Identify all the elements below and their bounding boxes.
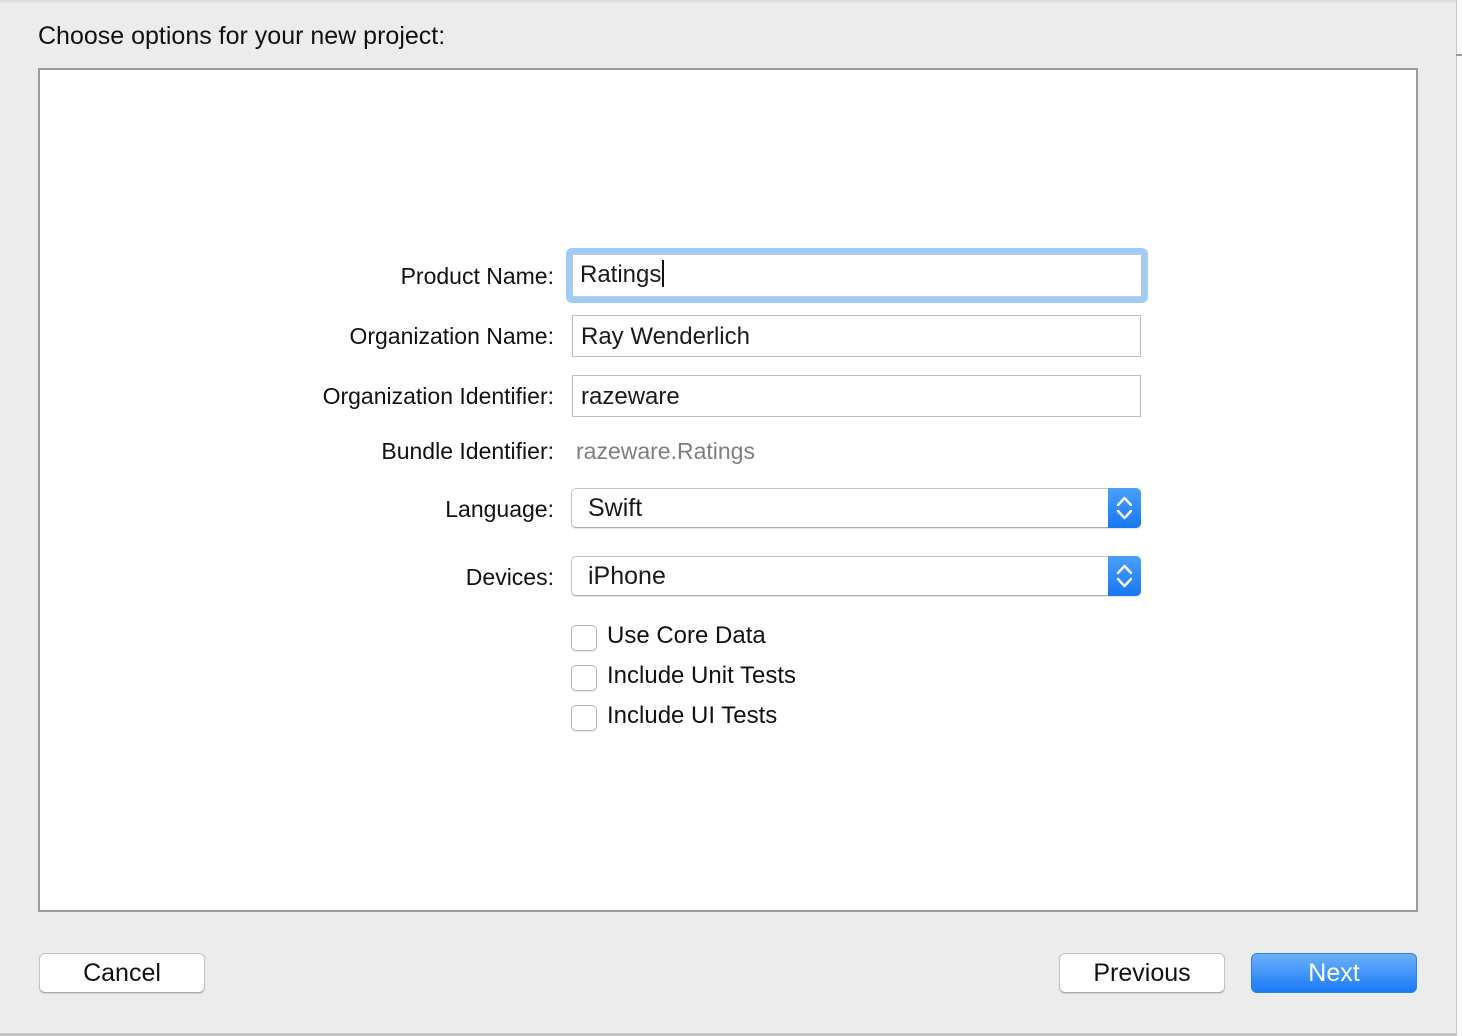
dialog-heading: Choose options for your new project: xyxy=(38,22,446,50)
include-ui-tests-checkbox[interactable] xyxy=(571,705,597,731)
use-core-data-label[interactable]: Use Core Data xyxy=(607,622,766,650)
organization-identifier-value: razeware xyxy=(581,383,680,410)
bundle-identifier-value: razeware.Ratings xyxy=(576,438,755,464)
organization-identifier-input[interactable]: razeware xyxy=(572,375,1141,417)
organization-name-input[interactable]: Ray Wenderlich xyxy=(572,315,1141,357)
use-core-data-checkbox[interactable] xyxy=(571,625,597,651)
next-button[interactable]: Next xyxy=(1251,953,1417,993)
window-top-edge xyxy=(0,0,1456,4)
organization-name-value: Ray Wenderlich xyxy=(581,323,750,350)
include-unit-tests-label[interactable]: Include Unit Tests xyxy=(607,662,796,690)
window-edge-marker xyxy=(1456,54,1462,56)
language-popup[interactable]: Swift xyxy=(571,488,1141,528)
organization-name-label: Organization Name: xyxy=(349,323,554,349)
organization-identifier-label: Organization Identifier: xyxy=(322,383,554,409)
language-label: Language: xyxy=(445,496,554,522)
include-ui-tests-label[interactable]: Include UI Tests xyxy=(607,702,777,730)
up-down-chevron-icon xyxy=(1116,496,1133,520)
product-name-input[interactable]: Ratings xyxy=(566,248,1148,303)
bundle-identifier-label: Bundle Identifier: xyxy=(381,438,554,464)
product-name-input-border xyxy=(572,254,1142,297)
language-popup-stepper[interactable] xyxy=(1108,488,1141,528)
product-name-label: Product Name: xyxy=(400,263,554,289)
window-right-edge xyxy=(1456,0,1462,1036)
cancel-button[interactable]: Cancel xyxy=(39,953,205,993)
include-unit-tests-checkbox[interactable] xyxy=(571,665,597,691)
language-selected-value: Swift xyxy=(588,494,643,522)
up-down-chevron-icon xyxy=(1116,564,1133,588)
previous-button[interactable]: Previous xyxy=(1059,953,1225,993)
devices-popup[interactable]: iPhone xyxy=(571,556,1141,596)
devices-selected-value: iPhone xyxy=(588,562,666,590)
devices-label: Devices: xyxy=(465,564,554,590)
devices-popup-stepper[interactable] xyxy=(1108,556,1141,596)
